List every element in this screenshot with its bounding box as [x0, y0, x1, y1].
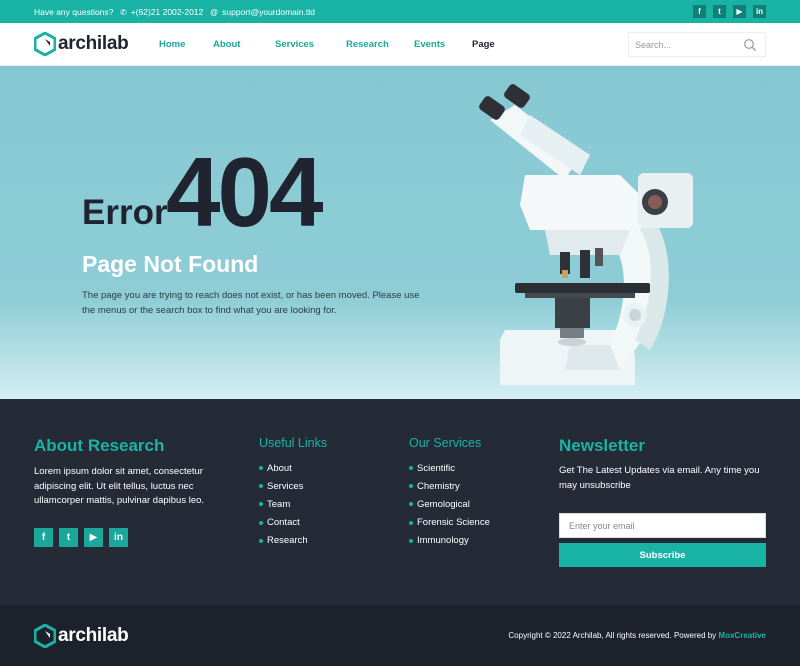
- bullet-icon: [259, 484, 263, 489]
- search-icon[interactable]: [743, 38, 757, 52]
- email-field[interactable]: Enter your email: [559, 513, 766, 538]
- footer-social-links: f t ▶ in: [34, 528, 128, 547]
- hero-section: Error 404 Page Not Found The page you ar…: [0, 66, 800, 399]
- error-word: Error: [82, 193, 168, 232]
- phone-icon: ✆: [120, 8, 127, 17]
- service-link-immunology[interactable]: Immunology: [409, 532, 490, 550]
- our-services-title: Our Services: [409, 436, 482, 450]
- page-not-found-title: Page Not Found: [82, 251, 259, 277]
- contact-question: Have any questions?: [34, 7, 114, 17]
- service-link-scientific[interactable]: Scientific: [409, 459, 490, 477]
- bullet-icon: [259, 466, 263, 471]
- search-input[interactable]: Search...: [635, 40, 671, 50]
- nav-research[interactable]: Research: [346, 39, 389, 50]
- at-icon: @: [210, 8, 219, 17]
- nav-about[interactable]: About: [213, 39, 240, 50]
- logo-text: archilab: [58, 33, 129, 54]
- bullet-icon: [259, 520, 263, 525]
- footer-link-team[interactable]: Team: [259, 495, 308, 513]
- nav-services[interactable]: Services: [275, 39, 314, 50]
- useful-links-title: Useful Links: [259, 436, 328, 450]
- nav-page[interactable]: Page: [472, 39, 495, 50]
- subscribe-button[interactable]: Subscribe: [559, 543, 766, 567]
- email-placeholder: Enter your email: [569, 521, 635, 531]
- bullet-icon: [409, 466, 413, 471]
- footer-link-about[interactable]: About: [259, 459, 308, 477]
- search-box[interactable]: Search...: [628, 32, 766, 57]
- newsletter-text: Get The Latest Updates via email. Any ti…: [559, 465, 760, 491]
- footer-link-contact[interactable]: Contact: [259, 514, 308, 532]
- useful-links-list: About Services Team Contact Research: [259, 459, 308, 550]
- services-list: Scientific Chemistry Gemological Forensi…: [409, 459, 490, 550]
- microscope-image: [479, 84, 693, 385]
- facebook-icon[interactable]: f: [34, 528, 53, 547]
- bullet-icon: [409, 538, 413, 543]
- twitter-icon[interactable]: t: [713, 5, 726, 18]
- logo-text: archilab: [58, 625, 129, 646]
- newsletter-title: Newsletter: [559, 436, 645, 455]
- error-description: The page you are trying to reach does no…: [82, 290, 420, 316]
- youtube-icon[interactable]: ▶: [84, 528, 103, 547]
- bullet-icon: [409, 502, 413, 507]
- site-footer: About Research Lorem ipsum dolor sit ame…: [0, 399, 800, 605]
- facebook-icon[interactable]: f: [693, 5, 706, 18]
- nav-home[interactable]: Home: [159, 39, 185, 50]
- copyright-text: Copyright © 2022 Archilab, All rights re…: [508, 631, 766, 640]
- youtube-icon[interactable]: ▶: [733, 5, 746, 18]
- linkedin-icon[interactable]: in: [109, 528, 128, 547]
- bullet-icon: [409, 520, 413, 525]
- top-bar: Have any questions? ✆ +(62)21 2002-2012 @…: [0, 0, 800, 23]
- bottom-bar: archilab Copyright © 2022 Archilab, All …: [0, 605, 800, 666]
- footer-link-services[interactable]: Services: [259, 477, 308, 495]
- about-research-title: About Research: [34, 436, 165, 455]
- linkedin-icon[interactable]: in: [753, 5, 766, 18]
- service-link-forensic-science[interactable]: Forensic Science: [409, 514, 490, 532]
- error-code: 404: [166, 137, 324, 247]
- hexagon-logo-icon: [34, 624, 56, 648]
- footer-link-research[interactable]: Research: [259, 532, 308, 550]
- powered-by-link[interactable]: MoxCreative: [718, 631, 766, 640]
- service-link-chemistry[interactable]: Chemistry: [409, 477, 490, 495]
- bullet-icon: [259, 502, 263, 507]
- phone-number[interactable]: ✆ +(62)21 2002-2012: [120, 7, 203, 17]
- support-email[interactable]: @ support@yourdomain.tld: [210, 7, 315, 17]
- about-research-text: Lorem ipsum dolor sit amet, consectetur …: [34, 466, 205, 506]
- top-social-links: f t ▶ in: [693, 5, 766, 18]
- service-link-gemological[interactable]: Gemological: [409, 495, 490, 513]
- bullet-icon: [259, 538, 263, 543]
- hexagon-logo-icon: [34, 32, 56, 56]
- bullet-icon: [409, 484, 413, 489]
- nav-events[interactable]: Events: [414, 39, 445, 50]
- footer-logo[interactable]: archilab: [34, 624, 129, 648]
- site-header: archilab Home About Services Research Ev…: [0, 23, 800, 66]
- twitter-icon[interactable]: t: [59, 528, 78, 547]
- site-logo[interactable]: archilab: [34, 32, 129, 56]
